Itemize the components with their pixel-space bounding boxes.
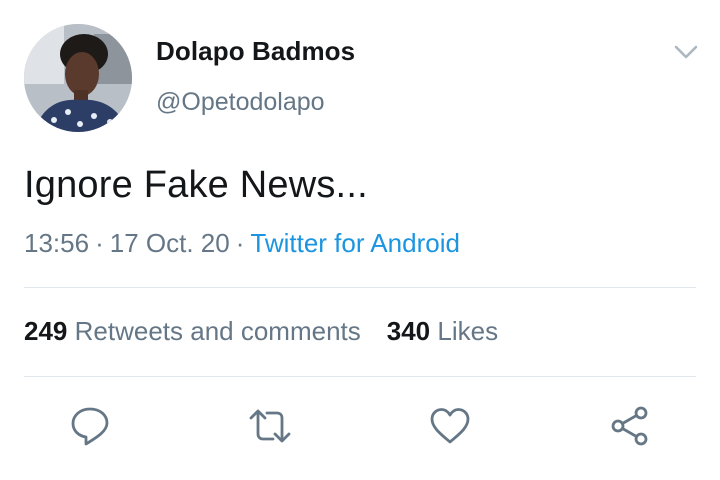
share-button[interactable] xyxy=(608,404,652,448)
divider xyxy=(24,376,696,377)
retweets-label: Retweets and comments xyxy=(74,316,361,346)
tweet-source-link[interactable]: Twitter for Android xyxy=(250,228,460,258)
retweet-button[interactable] xyxy=(248,404,292,448)
tweet-detail: Dolapo Badmos @Opetodolapo Ignore Fake N… xyxy=(0,0,720,480)
tweet-stats: 249 Retweets and comments 340 Likes xyxy=(24,316,498,347)
retweets-count: 249 xyxy=(24,316,68,346)
avatar[interactable] xyxy=(24,24,132,132)
tweet-metadata: 13:56 · 17 Oct. 20 · Twitter for Android xyxy=(24,228,460,259)
separator-dot: · xyxy=(95,228,104,258)
heart-icon xyxy=(430,408,470,444)
like-button[interactable] xyxy=(428,404,472,448)
likes-count: 340 xyxy=(386,316,431,346)
tweet-time: 13:56 xyxy=(24,228,90,258)
separator-dot: · xyxy=(235,228,245,258)
retweet-icon xyxy=(249,409,291,443)
retweets-stat[interactable]: 249 Retweets and comments xyxy=(24,316,361,346)
likes-label: Likes xyxy=(437,316,499,346)
display-name[interactable]: Dolapo Badmos xyxy=(156,36,355,67)
divider xyxy=(24,287,696,288)
user-handle[interactable]: @Opetodolapo xyxy=(156,88,325,117)
tweet-text: Ignore Fake News... xyxy=(24,164,368,206)
share-icon xyxy=(611,406,648,446)
likes-stat[interactable]: 340 Likes xyxy=(387,316,498,346)
tweet-date: 17 Oct. 20 xyxy=(109,228,230,258)
reply-button[interactable] xyxy=(68,404,112,448)
chevron-down-icon[interactable] xyxy=(672,40,700,64)
reply-icon xyxy=(71,407,109,446)
